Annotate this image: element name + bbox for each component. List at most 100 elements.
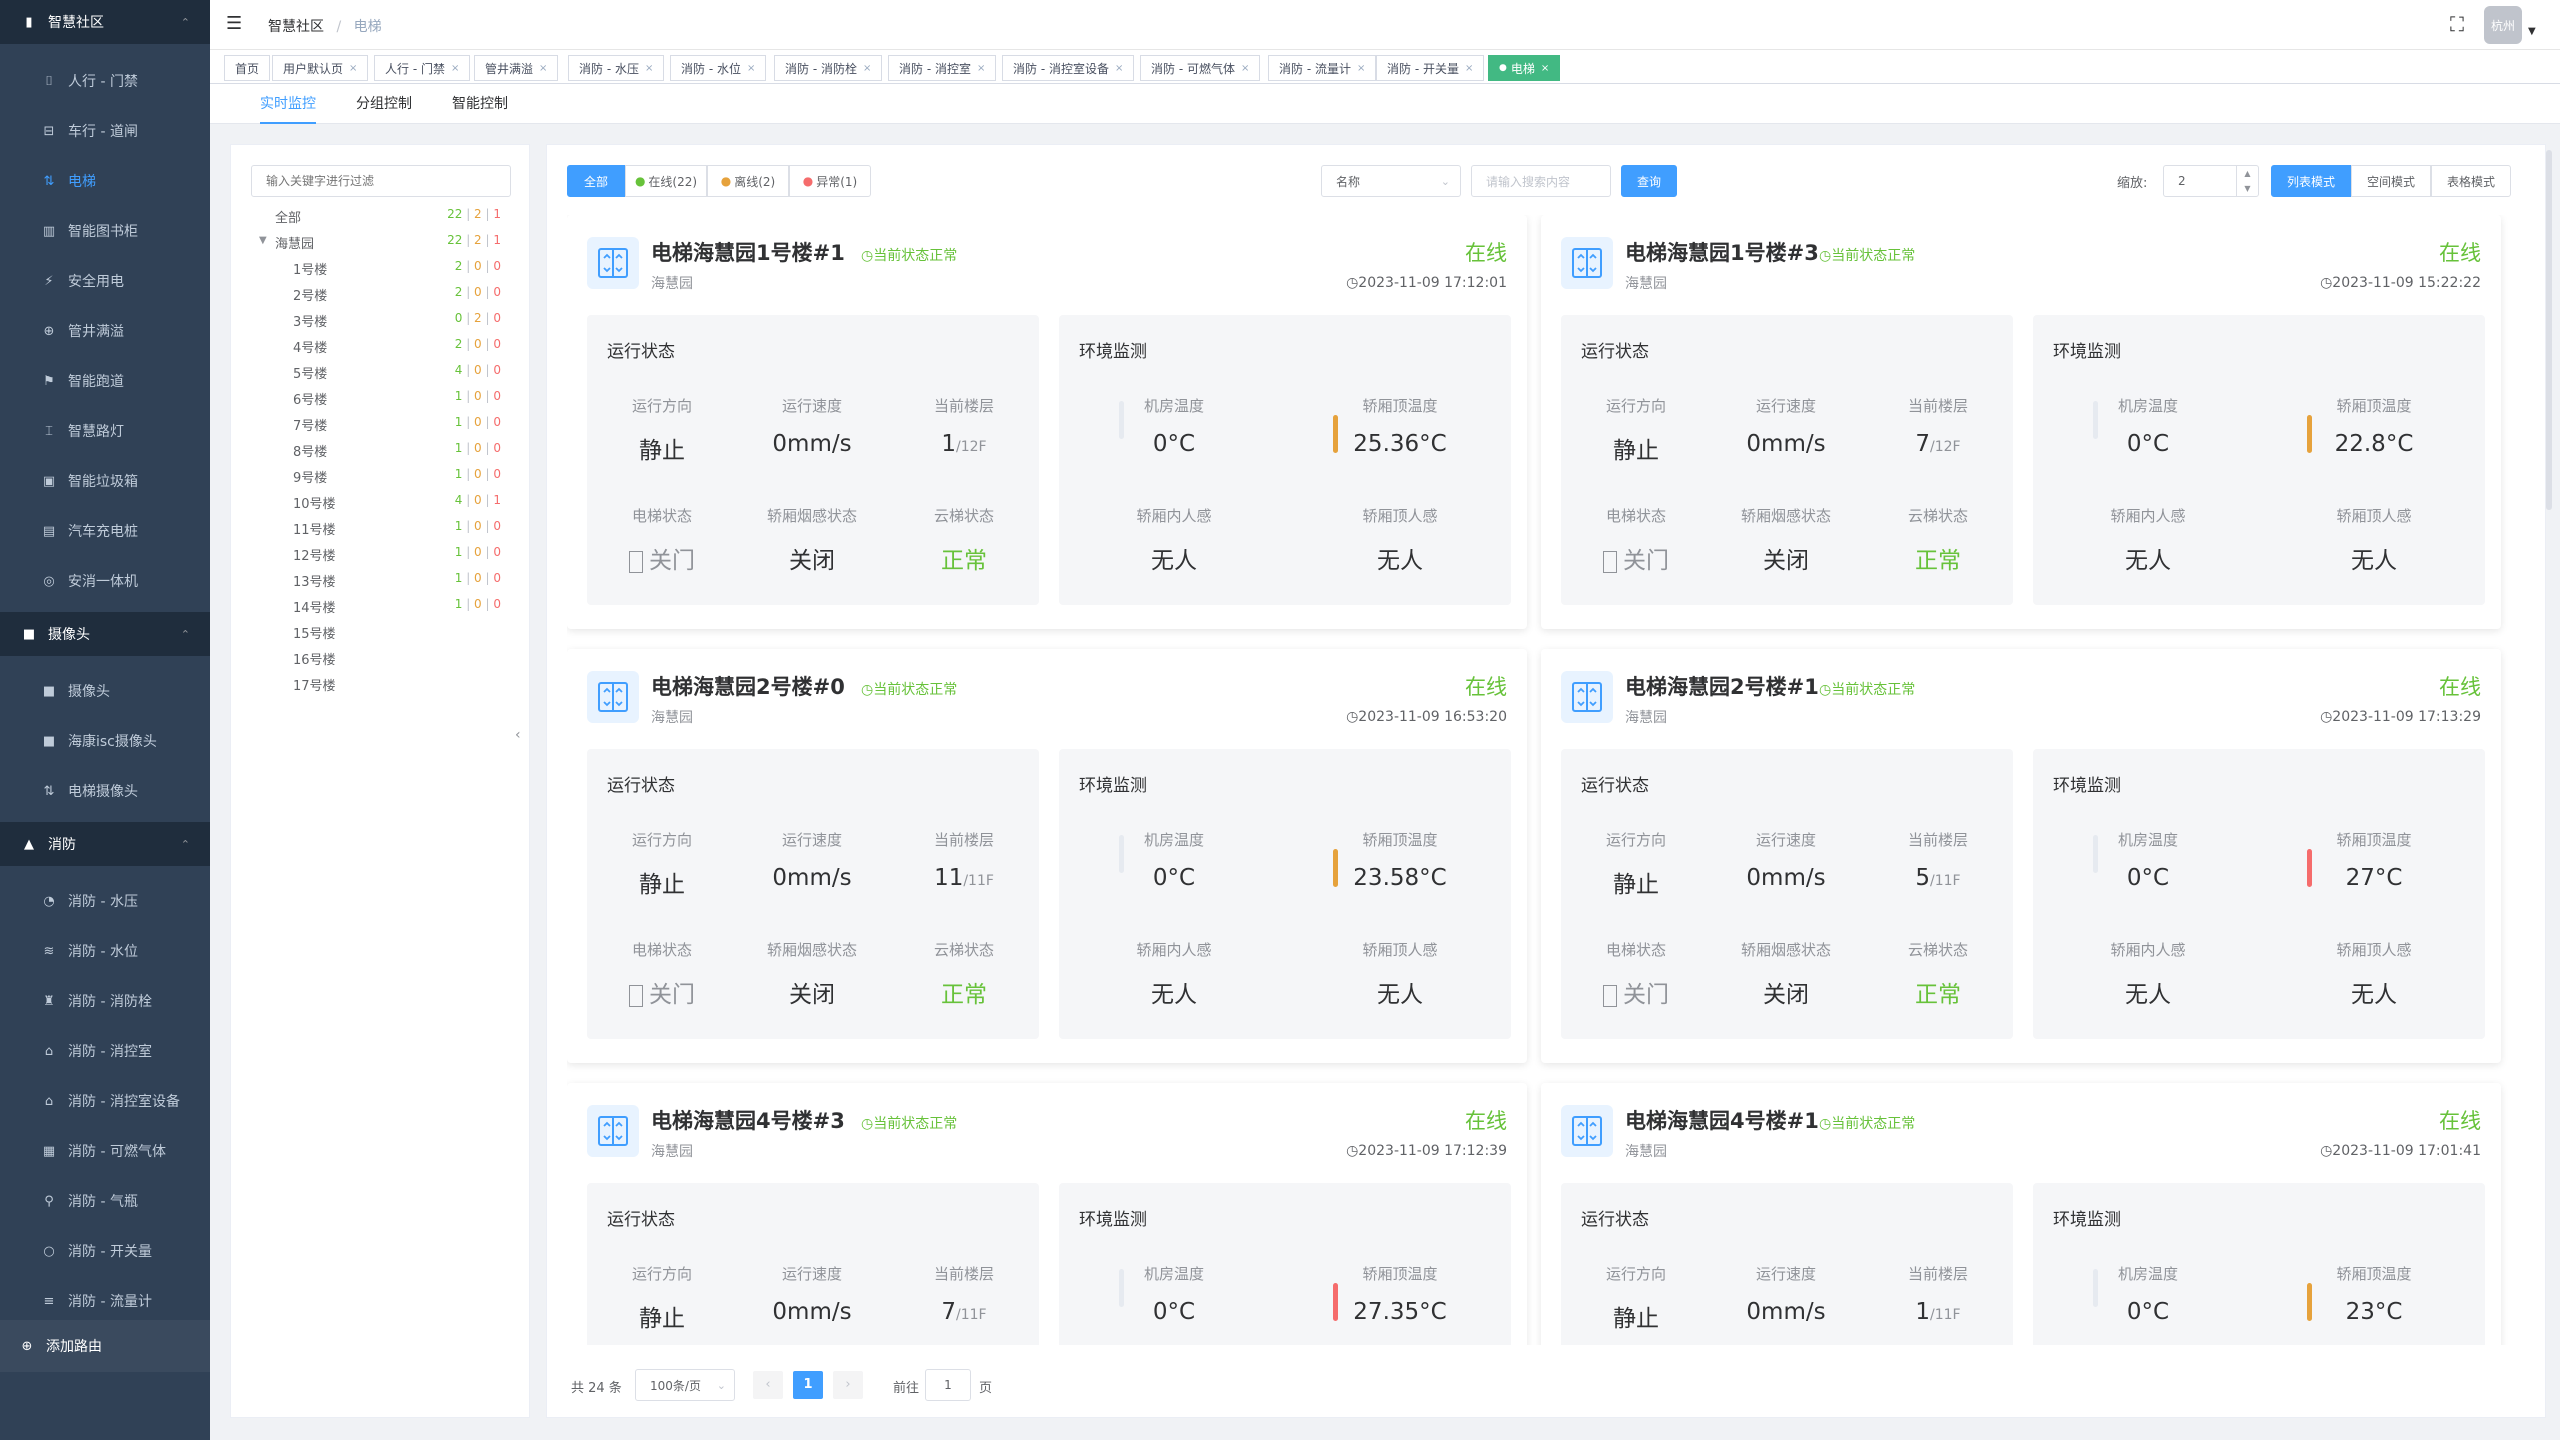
page-size-select[interactable]: 100条/页 ⌄ bbox=[635, 1369, 735, 1401]
sidebar-item-2-1[interactable]: ≋ 消防 - 水位 bbox=[0, 926, 210, 976]
elevator-card[interactable]: 电梯海慧园1号楼#3 ◷当前状态正常 海慧园 在线 ◷2023-11-09 15:22:… bbox=[1541, 215, 2501, 629]
tag-9[interactable]: 消防 - 可燃气体 × bbox=[1140, 55, 1261, 81]
prev-page-button[interactable]: ‹ bbox=[753, 1371, 783, 1399]
sidebar-group-0[interactable]: ▮ 智慧社区 ⌃ bbox=[0, 0, 210, 44]
tree-node[interactable]: 13号楼 1 | 0 | 0 bbox=[231, 567, 531, 593]
page-number-current[interactable]: 1 bbox=[793, 1371, 823, 1399]
filter-all-button[interactable]: 全部 bbox=[567, 165, 625, 197]
collapse-panel-icon[interactable]: ‹ bbox=[515, 727, 521, 743]
close-icon[interactable]: × bbox=[1465, 63, 1473, 74]
tab-1[interactable]: 分组控制 bbox=[356, 84, 412, 124]
next-page-button[interactable]: › bbox=[833, 1371, 863, 1399]
tag-2[interactable]: 人行 - 门禁 × bbox=[374, 55, 471, 81]
filter-offline-button[interactable]: ● 离线(2) bbox=[707, 165, 789, 197]
tag-12[interactable]: ● 电梯 × bbox=[1488, 55, 1561, 81]
sidebar-item-2-4[interactable]: ⌂ 消防 - 消控室设备 bbox=[0, 1076, 210, 1126]
sidebar-item-2-6[interactable]: ⚲ 消防 - 气瓶 bbox=[0, 1176, 210, 1226]
sidebar-item-0-1[interactable]: ⊟ 车行 - 道闸 bbox=[0, 106, 210, 156]
sidebar-item-0-3[interactable]: ▥ 智能图书柜 bbox=[0, 206, 210, 256]
sidebar-item-0-7[interactable]: ⌶ 智慧路灯 bbox=[0, 406, 210, 456]
close-icon[interactable]: × bbox=[747, 63, 755, 74]
sidebar-item-1-2[interactable]: ⇅ 电梯摄像头 bbox=[0, 766, 210, 816]
space-mode-button[interactable]: 空间模式 bbox=[2351, 165, 2431, 197]
sidebar-item-2-3[interactable]: ⌂ 消防 - 消控室 bbox=[0, 1026, 210, 1076]
tree-filter-input[interactable] bbox=[251, 165, 511, 197]
list-mode-button[interactable]: 列表模式 bbox=[2271, 165, 2351, 197]
tree-node[interactable]: 16号楼 bbox=[231, 645, 531, 671]
tag-0[interactable]: 首页 bbox=[224, 55, 271, 81]
close-icon[interactable]: × bbox=[863, 63, 871, 74]
close-icon[interactable]: × bbox=[977, 63, 985, 74]
search-input[interactable]: 请输入搜索内容 bbox=[1471, 165, 1611, 197]
tree-node[interactable]: 8号楼 1 | 0 | 0 bbox=[231, 437, 531, 463]
query-button[interactable]: 查询 bbox=[1621, 165, 1677, 197]
search-field-select[interactable]: 名称 ⌄ bbox=[1321, 165, 1461, 197]
tag-6[interactable]: 消防 - 消防栓 × bbox=[774, 55, 883, 81]
tag-1[interactable]: 用户默认页 × bbox=[272, 55, 369, 81]
tree-node[interactable]: 5号楼 4 | 0 | 0 bbox=[231, 359, 531, 385]
tree-node[interactable]: 6号楼 1 | 0 | 0 bbox=[231, 385, 531, 411]
tree-node[interactable]: 7号楼 1 | 0 | 0 bbox=[231, 411, 531, 437]
filter-online-button[interactable]: ● 在线(22) bbox=[625, 165, 707, 197]
tree-node[interactable]: ▼ 海慧园 22 | 2 | 1 bbox=[231, 229, 531, 255]
table-mode-button[interactable]: 表格模式 bbox=[2431, 165, 2511, 197]
tag-8[interactable]: 消防 - 消控室设备 × bbox=[1002, 55, 1135, 81]
tree-node[interactable]: 14号楼 1 | 0 | 0 bbox=[231, 593, 531, 619]
sidebar-item-2-0[interactable]: ◔ 消防 - 水压 bbox=[0, 876, 210, 926]
sidebar-item-2-7[interactable]: ○ 消防 - 开关量 bbox=[0, 1226, 210, 1276]
tree-expand-icon[interactable]: ▼ bbox=[259, 235, 267, 246]
close-icon[interactable]: × bbox=[1241, 63, 1249, 74]
sidebar-item-2-5[interactable]: ▦ 消防 - 可燃气体 bbox=[0, 1126, 210, 1176]
tag-10[interactable]: 消防 - 流量计 × bbox=[1268, 55, 1377, 81]
tab-2[interactable]: 智能控制 bbox=[452, 84, 508, 124]
zoom-input[interactable]: 2 ▲ ▼ bbox=[2163, 165, 2259, 197]
sidebar-item-0-8[interactable]: ▣ 智能垃圾箱 bbox=[0, 456, 210, 506]
close-icon[interactable]: × bbox=[645, 63, 653, 74]
close-icon[interactable]: × bbox=[539, 63, 547, 74]
zoom-stepper[interactable]: ▲ ▼ bbox=[2236, 166, 2258, 196]
elevator-card[interactable]: 电梯海慧园4号楼#1 ◷当前状态正常 海慧园 在线 ◷2023-11-09 17:01:… bbox=[1541, 1083, 2501, 1345]
sidebar-group-2[interactable]: ▲ 消防 ⌃ bbox=[0, 822, 210, 866]
goto-page-input[interactable]: 1 bbox=[925, 1369, 971, 1401]
add-route-button[interactable]: ⊕ 添加路由 bbox=[0, 1320, 210, 1372]
sidebar-item-0-0[interactable]: ⌷ 人行 - 门禁 bbox=[0, 56, 210, 106]
tree-node[interactable]: 2号楼 2 | 0 | 0 bbox=[231, 281, 531, 307]
tree-node[interactable]: 15号楼 bbox=[231, 619, 531, 645]
sidebar-group-1[interactable]: ■ 摄像头 ⌃ bbox=[0, 612, 210, 656]
close-icon[interactable]: × bbox=[349, 63, 357, 74]
sidebar-item-0-10[interactable]: ◎ 安消一体机 bbox=[0, 556, 210, 606]
caret-down-icon[interactable]: ▼ bbox=[2528, 26, 2536, 37]
tag-7[interactable]: 消防 - 消控室 × bbox=[888, 55, 997, 81]
tab-0[interactable]: 实时监控 bbox=[260, 84, 316, 124]
sidebar-item-0-9[interactable]: ▤ 汽车充电桩 bbox=[0, 506, 210, 556]
tree-node[interactable]: 17号楼 bbox=[231, 671, 531, 697]
hamburger-icon[interactable]: ☰ bbox=[226, 14, 246, 34]
sidebar-item-2-2[interactable]: ♜ 消防 - 消防栓 bbox=[0, 976, 210, 1026]
tag-4[interactable]: 消防 - 水压 × bbox=[568, 55, 665, 81]
tree-node[interactable]: 9号楼 1 | 0 | 0 bbox=[231, 463, 531, 489]
fullscreen-icon[interactable]: ⛶ bbox=[2445, 12, 2469, 36]
filter-error-button[interactable]: ● 异常(1) bbox=[789, 165, 871, 197]
tree-node[interactable]: 12号楼 1 | 0 | 0 bbox=[231, 541, 531, 567]
close-icon[interactable]: × bbox=[1357, 63, 1365, 74]
elevator-card[interactable]: 电梯海慧园2号楼#0 ◷当前状态正常 海慧园 在线 ◷2023-11-09 16:53:… bbox=[567, 649, 1527, 1063]
elevator-card[interactable]: 电梯海慧园2号楼#1 ◷当前状态正常 海慧园 在线 ◷2023-11-09 17:13:… bbox=[1541, 649, 2501, 1063]
tree-node[interactable]: 全部 22 | 2 | 1 bbox=[231, 203, 531, 229]
sidebar-item-0-4[interactable]: ⚡ 安全用电 bbox=[0, 256, 210, 306]
tag-5[interactable]: 消防 - 水位 × bbox=[670, 55, 767, 81]
sidebar-item-2-8[interactable]: ≡ 消防 - 流量计 bbox=[0, 1276, 210, 1326]
elevator-card[interactable]: 电梯海慧园1号楼#1 ◷当前状态正常 海慧园 在线 ◷2023-11-09 17:12:… bbox=[567, 215, 1527, 629]
tree-node[interactable]: 3号楼 0 | 2 | 0 bbox=[231, 307, 531, 333]
tree-node[interactable]: 11号楼 1 | 0 | 0 bbox=[231, 515, 531, 541]
avatar[interactable]: 杭州 bbox=[2484, 6, 2522, 44]
tag-3[interactable]: 管井满溢 × bbox=[474, 55, 559, 81]
tree-node[interactable]: 1号楼 2 | 0 | 0 bbox=[231, 255, 531, 281]
scrollbar-thumb[interactable] bbox=[2546, 150, 2552, 510]
tree-node[interactable]: 4号楼 2 | 0 | 0 bbox=[231, 333, 531, 359]
sidebar-item-1-0[interactable]: ■ 摄像头 bbox=[0, 666, 210, 716]
sidebar-item-0-6[interactable]: ⚑ 智能跑道 bbox=[0, 356, 210, 406]
sidebar-item-1-1[interactable]: ■ 海康isc摄像头 bbox=[0, 716, 210, 766]
breadcrumb-root[interactable]: 智慧社区 bbox=[268, 19, 324, 35]
tag-11[interactable]: 消防 - 开关量 × bbox=[1376, 55, 1485, 81]
sidebar-item-0-5[interactable]: ⊕ 管井满溢 bbox=[0, 306, 210, 356]
